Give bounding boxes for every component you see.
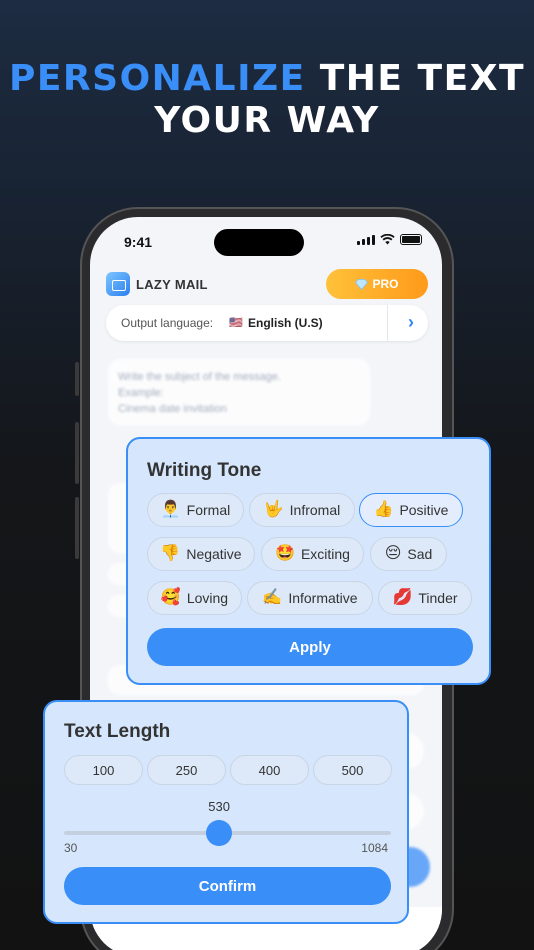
- sad-face-icon: 😔: [384, 545, 402, 562]
- writing-tone-title: Writing Tone: [147, 460, 262, 481]
- tone-chip-negative[interactable]: 👎 Negative: [147, 537, 255, 571]
- phone-volume-up: [75, 422, 79, 484]
- length-preset-250[interactable]: 250: [147, 755, 226, 785]
- tone-label: Exciting: [300, 546, 350, 562]
- confirm-button[interactable]: Confirm: [64, 867, 391, 905]
- pro-button[interactable]: PRO: [326, 269, 428, 299]
- headline: PERSONALIZE THE TEXT YOUR WAY: [0, 58, 534, 142]
- length-slider-thumb[interactable]: [206, 820, 233, 846]
- tone-label: Negative: [186, 546, 242, 562]
- writing-hand-icon: ✍️: [262, 589, 283, 606]
- battery-icon: [400, 234, 422, 245]
- tone-chip-informative[interactable]: ✍️ Informative: [247, 581, 373, 615]
- tone-label: Sad: [407, 546, 433, 562]
- prompt-line-1: Write the subject of the message.: [118, 371, 282, 383]
- kiss-mark-icon: 💋: [392, 589, 413, 606]
- wifi-icon: [380, 234, 395, 245]
- tone-label: Infromal: [289, 502, 341, 518]
- headline-rest: THE TEXT: [319, 58, 526, 99]
- signal-icon: [357, 234, 375, 245]
- text-length-title: Text Length: [64, 721, 171, 742]
- length-preset-500[interactable]: 500: [313, 755, 392, 785]
- tone-chip-formal[interactable]: 👨‍💼 Formal: [147, 493, 244, 527]
- us-flag-icon: 🇺🇸: [229, 317, 243, 329]
- subject-prompt-bubble: Write the subject of the message. Exampl…: [108, 359, 370, 425]
- tone-label: Formal: [186, 502, 231, 518]
- length-preset-100[interactable]: 100: [64, 755, 143, 785]
- headline-line-1: PERSONALIZE THE TEXT: [0, 58, 534, 100]
- diamond-icon: [355, 278, 369, 290]
- prompt-line-3: Cinema date invitation: [118, 403, 227, 415]
- headline-accent: PERSONALIZE: [8, 58, 306, 99]
- tone-label: Tinder: [418, 590, 458, 606]
- app-logo-icon: [106, 272, 130, 296]
- output-language-value: English (U.S): [248, 316, 323, 330]
- output-language-label: Output language:: [121, 316, 214, 330]
- tone-chip-positive[interactable]: 👍 Positive: [359, 493, 463, 527]
- rock-hand-icon: 🤟: [263, 501, 284, 518]
- prompt-line-2: Example:: [118, 387, 164, 399]
- apply-button[interactable]: Apply: [147, 628, 473, 666]
- status-time: 9:41: [124, 234, 153, 250]
- tone-chip-exciting[interactable]: 🤩 Exciting: [261, 537, 364, 571]
- chevron-right-icon[interactable]: ›: [408, 312, 414, 333]
- phone-volume-down: [75, 497, 79, 559]
- status-icons: [357, 234, 422, 245]
- tone-chip-sad[interactable]: 😔 Sad: [370, 537, 447, 571]
- pro-label: PRO: [372, 277, 399, 291]
- loving-face-icon: 🥰: [160, 589, 181, 606]
- tone-label: Loving: [186, 590, 229, 606]
- tone-chip-informal[interactable]: 🤟 Infromal: [249, 493, 355, 527]
- tone-chip-tinder[interactable]: 💋 Tinder: [378, 581, 472, 615]
- phone-mute-switch: [75, 362, 79, 396]
- slider-value-label: 530: [208, 799, 230, 814]
- length-preset-400[interactable]: 400: [230, 755, 309, 785]
- slider-min-label: 30: [64, 841, 78, 855]
- businessman-icon: 👨‍💼: [160, 501, 181, 518]
- text-length-panel: Text Length 100 250 400 500 530 30 1084 …: [43, 700, 409, 924]
- star-struck-icon: 🤩: [275, 545, 295, 562]
- output-language-selector[interactable]: Output language: 🇺🇸 English (U.S) ›: [106, 305, 428, 341]
- writing-tone-panel: Writing Tone 👨‍💼 Formal 🤟 Infromal 👍 Positi…: [126, 437, 491, 685]
- dynamic-island: [214, 229, 304, 256]
- app-name: LAZY MAIL: [136, 277, 208, 292]
- thumbs-down-icon: 👎: [160, 545, 181, 562]
- divider: [387, 305, 388, 341]
- thumbs-up-icon: 👍: [373, 501, 394, 518]
- headline-line-2: YOUR WAY: [154, 100, 380, 141]
- tone-chip-loving[interactable]: 🥰 Loving: [147, 581, 242, 615]
- slider-max-label: 1084: [361, 841, 388, 855]
- status-bar: 9:41: [90, 217, 442, 263]
- app-header: LAZY MAIL PRO: [106, 269, 428, 303]
- tone-label: Positive: [399, 502, 449, 518]
- tone-label: Informative: [288, 590, 358, 606]
